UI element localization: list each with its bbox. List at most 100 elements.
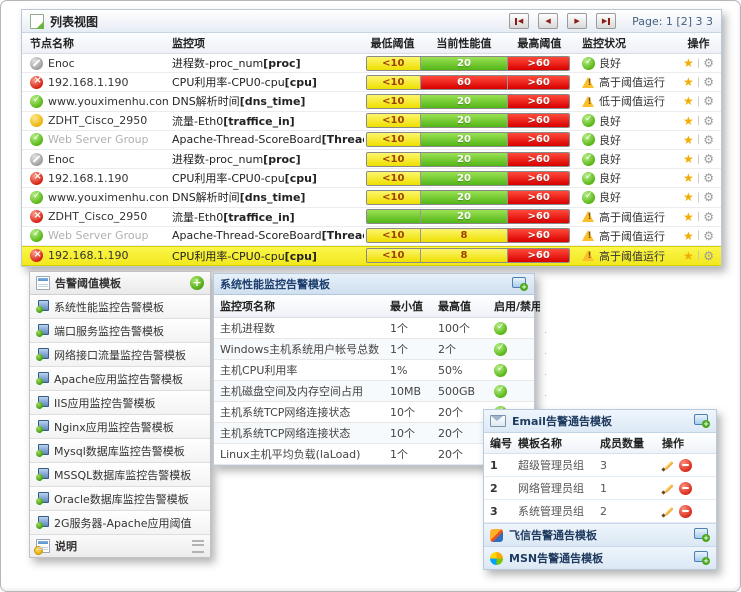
- table-row[interactable]: 主机CPU利用率 1% 50%: [214, 360, 534, 381]
- table-row[interactable]: www.youximenhu.com DNS解析时间[dns_time] <10…: [22, 188, 721, 207]
- msn-template-title: MSN告警通告模板: [509, 550, 603, 566]
- node-status-icon: [30, 229, 43, 242]
- table-row[interactable]: 主机进程数 1个 100个: [214, 318, 534, 339]
- table-row[interactable]: ZDHT_Cisco_2950 流量-Eth0[traffice_in] 20 …: [22, 208, 721, 227]
- delete-icon[interactable]: [679, 505, 692, 518]
- page-prev-button[interactable]: ◀: [538, 13, 558, 29]
- enabled-check-icon[interactable]: [494, 385, 507, 398]
- page-next-button[interactable]: ▶: [567, 13, 587, 29]
- current-value-bar: 60: [421, 76, 509, 89]
- favorite-star-icon[interactable]: ★: [683, 230, 694, 242]
- table-row[interactable]: 2 网络管理员组 1: [484, 477, 716, 500]
- settings-gear-icon[interactable]: ⚙: [703, 250, 714, 262]
- settings-gear-icon[interactable]: ⚙: [703, 153, 714, 165]
- template-item-label: Oracle数据库监控告警模板: [54, 491, 189, 507]
- edit-icon[interactable]: [662, 459, 675, 472]
- add-fetion-template-button[interactable]: [694, 528, 710, 542]
- table-row[interactable]: ZDHT_Cisco_2950 流量-Eth0[traffice_in] <10…: [22, 112, 721, 131]
- favorite-star-icon[interactable]: ★: [683, 115, 694, 127]
- template-item-label: Mysql数据库监控告警模板: [54, 443, 185, 459]
- favorite-star-icon[interactable]: ★: [683, 153, 694, 165]
- enabled-check-icon[interactable]: [494, 322, 507, 335]
- settings-gear-icon[interactable]: ⚙: [703, 57, 714, 69]
- favorite-star-icon[interactable]: ★: [683, 134, 694, 146]
- template-item-iis[interactable]: IIS应用监控告警模板: [30, 391, 210, 415]
- page-first-button[interactable]: ◀: [509, 13, 529, 29]
- table-row[interactable]: Web Server Group Apache-Thread-ScoreBoar…: [22, 131, 721, 150]
- settings-gear-icon[interactable]: ⚙: [703, 134, 714, 146]
- collapse-lines-icon[interactable]: [192, 540, 204, 553]
- node-status-icon: [30, 114, 43, 127]
- settings-gear-icon[interactable]: ⚙: [703, 172, 714, 184]
- template-item-port[interactable]: 端口服务监控告警模板: [30, 319, 210, 343]
- settings-gear-icon[interactable]: ⚙: [703, 115, 714, 127]
- add-msn-template-button[interactable]: [694, 551, 710, 565]
- template-item-system[interactable]: 系统性能监控告警模板: [30, 295, 210, 319]
- current-value-bar: 20: [421, 95, 509, 108]
- server-add-icon: [36, 468, 49, 481]
- max-threshold-badge: >60: [508, 210, 569, 223]
- favorite-star-icon[interactable]: ★: [683, 191, 694, 203]
- template-item-nginx[interactable]: Nginx应用监控告警模板: [30, 415, 210, 439]
- monitor-item: 流量-Eth0[traffice_in]: [168, 113, 364, 129]
- pagination-text[interactable]: Page: 1 [2] 3 3: [632, 15, 713, 28]
- table-row[interactable]: Enoc 进程数-proc_num[proc] <10 20 >60 良好 ★|…: [22, 54, 721, 73]
- table-row[interactable]: 192.168.1.190 CPU利用率-CPU0-cpu[cpu] <10 8…: [22, 246, 721, 266]
- edit-icon[interactable]: [662, 505, 675, 518]
- max-threshold-badge: >60: [508, 133, 569, 146]
- favorite-star-icon[interactable]: ★: [683, 57, 694, 69]
- settings-gear-icon[interactable]: ⚙: [703, 230, 714, 242]
- add-email-template-button[interactable]: [694, 414, 710, 428]
- add-template-button[interactable]: [190, 276, 204, 290]
- notes-bar[interactable]: 说明: [30, 535, 210, 557]
- favorite-star-icon[interactable]: ★: [683, 172, 694, 184]
- fetion-template-bar[interactable]: 飞信告警通告模板: [484, 523, 716, 546]
- table-row[interactable]: 主机磁盘空间及内存空间占用 10MB 500GB: [214, 381, 534, 402]
- apply-template-button[interactable]: [512, 277, 528, 291]
- settings-gear-icon[interactable]: ⚙: [703, 191, 714, 203]
- col-enable: 启用/禁用: [488, 298, 540, 314]
- table-row[interactable]: Windows主机系统用户帐号总数 1个 2个: [214, 339, 534, 360]
- favorite-star-icon[interactable]: ★: [683, 250, 694, 262]
- system-template-title: 系统性能监控告警模板: [220, 276, 330, 292]
- delete-icon[interactable]: [679, 459, 692, 472]
- favorite-star-icon[interactable]: ★: [683, 211, 694, 223]
- alert-template-panel: 告警阈值模板 系统性能监控告警模板 端口服务监控告警模板 网络接口流量监控告警模…: [29, 271, 211, 558]
- template-item-label: 网络接口流量监控告警模板: [54, 347, 186, 363]
- settings-gear-icon[interactable]: ⚙: [703, 95, 714, 107]
- delete-icon[interactable]: [679, 482, 692, 495]
- enabled-check-icon[interactable]: [494, 364, 507, 377]
- edit-icon[interactable]: [662, 482, 675, 495]
- list-view-titlebar: 列表视图 ◀ ◀ ▶ ▶ Page: 1 [2] 3 3: [22, 10, 721, 33]
- col-node-name: 节点名称: [22, 35, 168, 51]
- msn-template-bar[interactable]: MSN告警通告模板: [484, 546, 716, 569]
- node-name: ZDHT_Cisco_2950: [48, 114, 147, 127]
- page-last-button[interactable]: ▶: [596, 13, 616, 29]
- table-row[interactable]: Web Server Group Apache-Thread-ScoreBoar…: [22, 227, 721, 246]
- table-row[interactable]: 192.168.1.190 CPU利用率-CPU0-cpu[cpu] <10 6…: [22, 73, 721, 92]
- favorite-star-icon[interactable]: ★: [683, 76, 694, 88]
- table-row[interactable]: www.youximenhu.com DNS解析时间[dns_time] <10…: [22, 92, 721, 111]
- table-row[interactable]: 1 超级管理员组 3: [484, 454, 716, 477]
- template-item-mssql[interactable]: MSSQL数据库监控告警模板: [30, 463, 210, 487]
- settings-gear-icon[interactable]: ⚙: [703, 76, 714, 88]
- enabled-check-icon[interactable]: [494, 343, 507, 356]
- settings-gear-icon[interactable]: ⚙: [703, 211, 714, 223]
- template-item-mysql[interactable]: Mysql数据库监控告警模板: [30, 439, 210, 463]
- threshold-bar: <10 20 >60: [364, 132, 580, 147]
- template-item-label: IIS应用监控告警模板: [54, 395, 155, 411]
- table-row[interactable]: 192.168.1.190 CPU利用率-CPU0-cpu[cpu] <10 2…: [22, 169, 721, 188]
- template-item-netflow[interactable]: 网络接口流量监控告警模板: [30, 343, 210, 367]
- threshold-bar: <10 20 >60: [364, 113, 580, 128]
- table-row[interactable]: 3 系统管理员组 2: [484, 500, 716, 523]
- template-item-oracle[interactable]: Oracle数据库监控告警模板: [30, 487, 210, 511]
- template-item-apache[interactable]: Apache应用监控告警模板: [30, 367, 210, 391]
- table-row[interactable]: Enoc 进程数-proc_num[proc] <10 20 >60 良好 ★|…: [22, 150, 721, 169]
- current-value-bar: 20: [421, 191, 509, 204]
- favorite-star-icon[interactable]: ★: [683, 95, 694, 107]
- node-name: 192.168.1.190: [48, 172, 128, 185]
- template-item-2g-apache[interactable]: 2G服务器-Apache应用阈值: [30, 511, 210, 535]
- min-value: 1个: [384, 446, 432, 462]
- min-threshold-badge: <10: [367, 153, 421, 166]
- ops-separator: |: [697, 230, 700, 241]
